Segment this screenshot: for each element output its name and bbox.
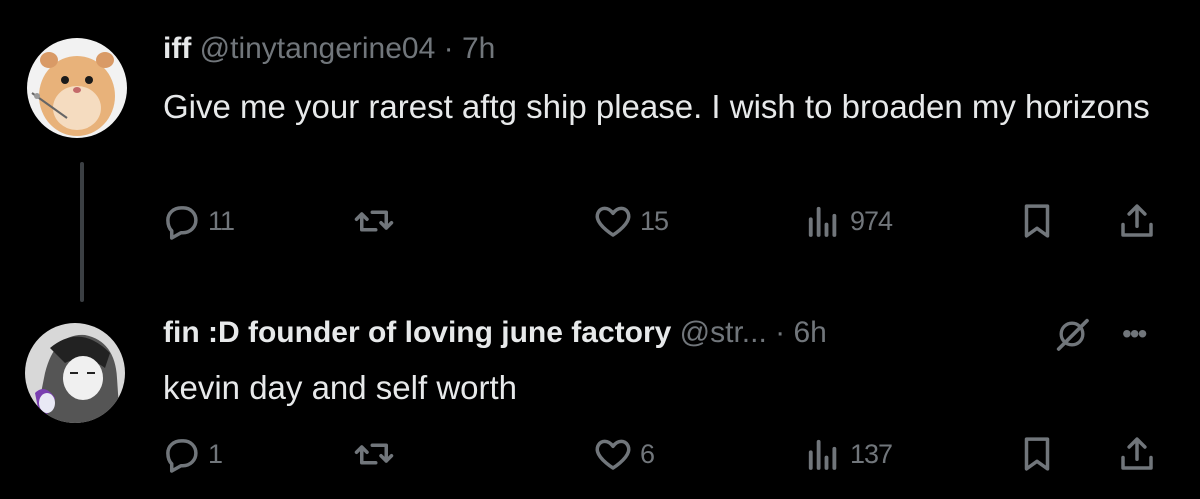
avatar[interactable] <box>25 323 125 423</box>
avatar[interactable] <box>27 38 127 138</box>
tweet-header: iff @tinytangerine04 · 7h <box>163 30 495 68</box>
retweet-button[interactable] <box>353 429 401 479</box>
action-bar: 11 15 974 <box>150 196 1190 246</box>
views-icon <box>808 439 837 470</box>
bookmark-button[interactable] <box>1016 196 1058 246</box>
hamster-avatar-image <box>27 38 127 138</box>
heart-icon <box>595 439 631 470</box>
manga-avatar-image <box>25 323 125 423</box>
handle[interactable]: @str... <box>680 316 767 349</box>
grok-button[interactable] <box>1052 314 1092 354</box>
retweet-icon <box>354 210 394 232</box>
handle[interactable]: @tinytangerine04 <box>200 32 436 65</box>
more-icon: ••• <box>1122 318 1147 349</box>
reply-icon <box>166 439 198 473</box>
reply-button[interactable]: 1 <box>160 429 223 479</box>
reply-button[interactable]: 11 <box>160 196 235 246</box>
grok-icon <box>1056 318 1089 351</box>
share-button[interactable] <box>1116 429 1158 479</box>
retweet-button[interactable] <box>353 196 401 246</box>
action-bar: 1 6 137 <box>150 429 1190 479</box>
views-button[interactable]: 974 <box>802 196 893 246</box>
tweet[interactable]: iff @tinytangerine04 · 7h Give me your r… <box>0 0 1200 302</box>
share-icon <box>1121 204 1153 237</box>
bookmark-icon <box>1024 437 1050 471</box>
heart-icon <box>595 206 631 237</box>
thread-line <box>80 162 84 302</box>
timestamp[interactable]: · 7h <box>444 32 496 65</box>
bookmark-icon <box>1024 204 1050 238</box>
timestamp[interactable]: · 6h <box>775 316 827 349</box>
display-name[interactable]: fin :D founder of loving june factory <box>163 316 671 349</box>
like-button[interactable]: 15 <box>592 196 669 246</box>
reply-icon <box>166 206 198 240</box>
share-button[interactable] <box>1116 196 1158 246</box>
display-name[interactable]: iff <box>163 32 191 65</box>
tweet-header: fin :D founder of loving june factory @s… <box>163 314 827 352</box>
retweet-icon <box>354 443 394 465</box>
reply-count: 1 <box>208 438 223 469</box>
reply-count: 11 <box>208 205 235 236</box>
tweet-text: Give me your rarest aftg ship please. I … <box>163 88 1150 125</box>
more-button[interactable]: ••• <box>1122 314 1147 354</box>
views-icon <box>808 206 837 237</box>
views-button[interactable]: 137 <box>802 429 893 479</box>
tweet-text: kevin day and self worth <box>163 369 518 406</box>
tweet[interactable]: fin :D founder of loving june factory @s… <box>0 300 1200 499</box>
views-count: 974 <box>850 205 893 236</box>
like-count: 6 <box>640 438 655 469</box>
bookmark-button[interactable] <box>1016 429 1058 479</box>
like-count: 15 <box>640 205 669 236</box>
share-icon <box>1121 437 1153 470</box>
views-count: 137 <box>850 438 893 469</box>
like-button[interactable]: 6 <box>592 429 655 479</box>
